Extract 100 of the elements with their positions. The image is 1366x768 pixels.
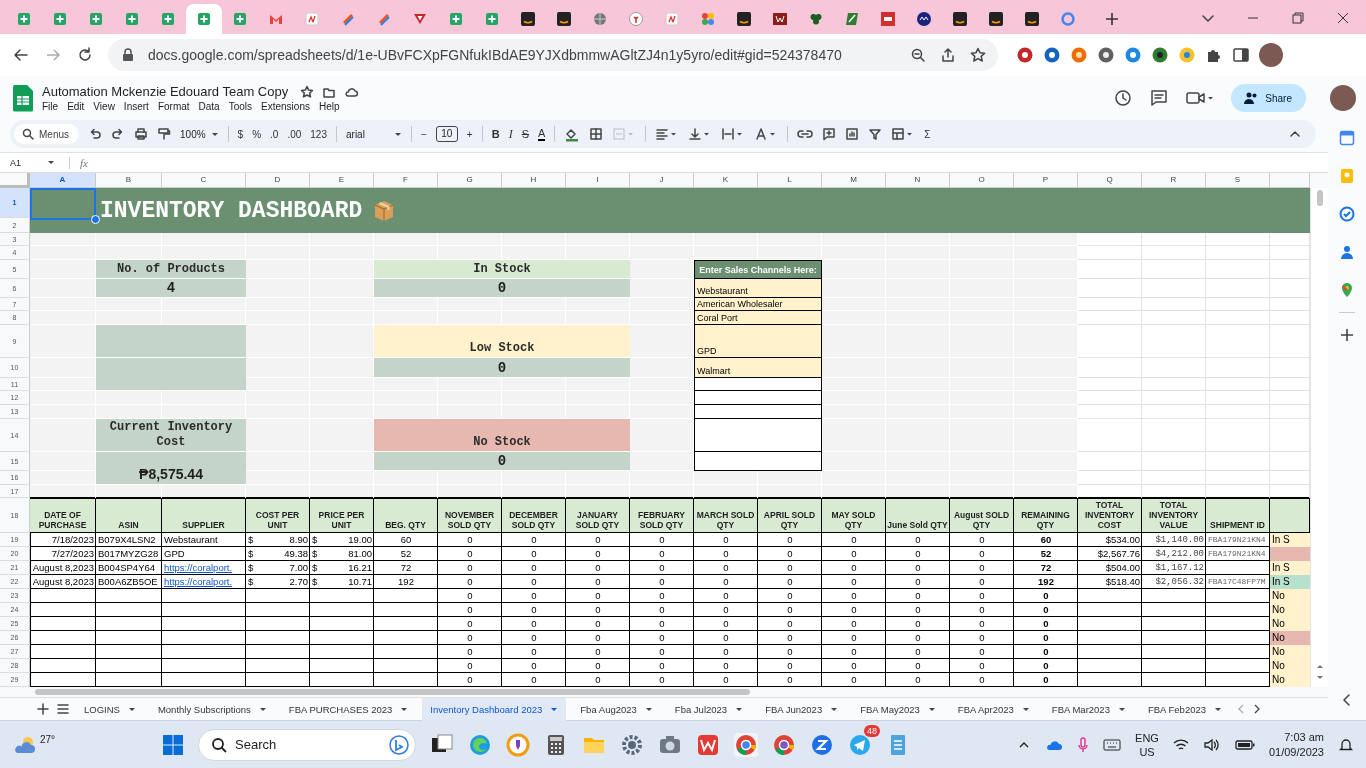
- sheet-tab[interactable]: LOGINS: [76, 697, 144, 721]
- scroll-down-icon[interactable]: [1315, 675, 1324, 681]
- zoom-dropdown[interactable]: 100%: [180, 128, 219, 140]
- channel-entry[interactable]: Webstaurant: [694, 279, 822, 298]
- address-bar[interactable]: docs.google.com/spreadsheets/d/1e-UBvFCXpFGNfukIBdAE9YJXdbmmwAGltZJ4n1y5yro/edit#gid=524378470: [108, 39, 998, 71]
- format-button[interactable]: .00: [287, 128, 302, 140]
- check-circle-icon[interactable]: [1339, 206, 1355, 222]
- sheet-tab[interactable]: FBA Mar2023: [1043, 697, 1134, 721]
- menu-item[interactable]: Data: [198, 101, 220, 112]
- borders-icon[interactable]: [589, 127, 604, 141]
- star-icon[interactable]: [300, 84, 315, 99]
- sheet-tab[interactable]: Fba Aug2023: [572, 697, 661, 721]
- person-icon[interactable]: [1339, 244, 1355, 260]
- menu-search-field[interactable]: Menus: [14, 124, 79, 144]
- strikethrough-button[interactable]: S: [521, 128, 529, 140]
- selection-handle[interactable]: [91, 215, 100, 224]
- close-icon[interactable]: [1336, 11, 1350, 25]
- channel-entry[interactable]: GPD: [694, 325, 822, 358]
- plus-icon[interactable]: [1339, 327, 1355, 343]
- sheet-tab[interactable]: Fba Jul2023: [666, 697, 752, 721]
- restore-icon[interactable]: [1291, 11, 1305, 25]
- gear-icon[interactable]: [620, 732, 644, 757]
- battery-icon[interactable]: [1234, 737, 1255, 752]
- channel-entry[interactable]: Coral Port: [694, 311, 822, 325]
- menu-item[interactable]: Insert: [123, 101, 149, 112]
- keyboard-icon[interactable]: [1103, 737, 1122, 752]
- menu-item[interactable]: Help: [318, 101, 340, 112]
- sheet-tab[interactable]: FBA May2023: [852, 697, 944, 721]
- channel-entry[interactable]: [694, 391, 822, 405]
- clock-date[interactable]: 01/09/2023: [1268, 744, 1324, 760]
- fill-color-icon[interactable]: [564, 126, 581, 142]
- back-arrow-icon[interactable]: [12, 46, 30, 64]
- map-pin-icon[interactable]: [1339, 282, 1355, 298]
- scrollbar-thumb[interactable]: [35, 689, 750, 695]
- decrease-font-button[interactable]: −: [421, 128, 427, 140]
- chart-icon[interactable]: [845, 127, 860, 141]
- language-label[interactable]: ENG: [1135, 730, 1159, 745]
- clock-time[interactable]: 7:03 am: [1284, 729, 1324, 745]
- zoom-out-icon[interactable]: [910, 47, 926, 63]
- calendar-icon[interactable]: [1339, 130, 1355, 146]
- channel-entry[interactable]: [694, 419, 822, 452]
- channel-entry[interactable]: [694, 378, 822, 391]
- name-box[interactable]: A1: [0, 156, 70, 169]
- scrollbar-thumb[interactable]: [1316, 190, 1323, 206]
- w-logo-icon[interactable]: [696, 732, 720, 757]
- text-color-button[interactable]: A: [538, 127, 546, 141]
- paint-format-icon[interactable]: [157, 127, 171, 141]
- supplier-link[interactable]: https://coralport.: [162, 561, 246, 575]
- extension-icon[interactable]: [1151, 46, 1169, 64]
- filter-icon[interactable]: [868, 127, 883, 141]
- menu-item[interactable]: View: [93, 101, 115, 112]
- new-tab-icon[interactable]: [1104, 11, 1120, 27]
- font-dropdown[interactable]: arial: [346, 128, 402, 140]
- menu-item[interactable]: Edit: [67, 101, 85, 112]
- sheet-tab[interactable]: FBA Jun2023: [757, 697, 847, 721]
- shield-app-icon[interactable]: [506, 732, 530, 757]
- redo-icon[interactable]: [111, 127, 125, 141]
- share-button[interactable]: Share: [1231, 84, 1306, 112]
- avatar[interactable]: [1259, 43, 1283, 67]
- sheet-tab[interactable]: Inventory Dashboard 2023: [422, 697, 567, 721]
- scroll-up-icon[interactable]: [1315, 663, 1324, 669]
- add-comment-icon[interactable]: [822, 127, 837, 141]
- bold-button[interactable]: B: [491, 128, 500, 140]
- spreadsheet-logo-icon[interactable]: [12, 84, 34, 112]
- channel-entry[interactable]: [694, 452, 822, 471]
- document-title[interactable]: Automation Mckenzie Edouard Team Copy: [42, 84, 289, 99]
- paper-plane-icon[interactable]: [848, 732, 872, 757]
- extension-icon[interactable]: [1097, 46, 1115, 64]
- z-logo-icon[interactable]: [810, 732, 834, 757]
- channel-entry[interactable]: American Wholesaler: [694, 298, 822, 311]
- taskbar-search-field[interactable]: Search: [198, 728, 416, 761]
- channel-entry[interactable]: [694, 405, 822, 419]
- format-button[interactable]: %: [252, 128, 262, 140]
- menu-item[interactable]: Tools: [228, 101, 253, 112]
- functions-button[interactable]: Σ: [924, 128, 931, 140]
- add-sheet-icon[interactable]: [36, 702, 50, 716]
- share-icon[interactable]: [940, 47, 956, 63]
- format-button[interactable]: 123: [310, 128, 327, 140]
- avatar[interactable]: [1330, 85, 1356, 111]
- sheet-tab[interactable]: FBA PURCHASES 2023: [280, 697, 417, 721]
- sheet-tab[interactable]: FBA Apr2023: [949, 697, 1038, 721]
- microphone-icon[interactable]: [1077, 736, 1090, 753]
- notification-bell-icon[interactable]: [1338, 736, 1354, 753]
- print-icon[interactable]: [134, 127, 148, 141]
- increase-font-button[interactable]: +: [466, 128, 473, 140]
- side-panel-icon[interactable]: [1232, 46, 1250, 64]
- star-icon[interactable]: [970, 47, 986, 63]
- column-header[interactable]: A: [30, 173, 96, 188]
- menu-item[interactable]: Extensions: [261, 101, 310, 112]
- channel-entry[interactable]: Walmart: [694, 358, 822, 378]
- comment-icon[interactable]: [1149, 88, 1170, 108]
- chrome-icon[interactable]: [772, 732, 796, 757]
- region-label[interactable]: US: [1139, 744, 1155, 759]
- menu-item[interactable]: Format: [157, 101, 190, 112]
- history-icon[interactable]: [1113, 88, 1134, 108]
- menu-item[interactable]: File: [42, 101, 59, 112]
- chrome-profile-icon[interactable]: [734, 732, 758, 757]
- wifi-icon[interactable]: [1172, 737, 1189, 752]
- link-icon[interactable]: [797, 127, 814, 141]
- speaker-icon[interactable]: [1202, 737, 1221, 752]
